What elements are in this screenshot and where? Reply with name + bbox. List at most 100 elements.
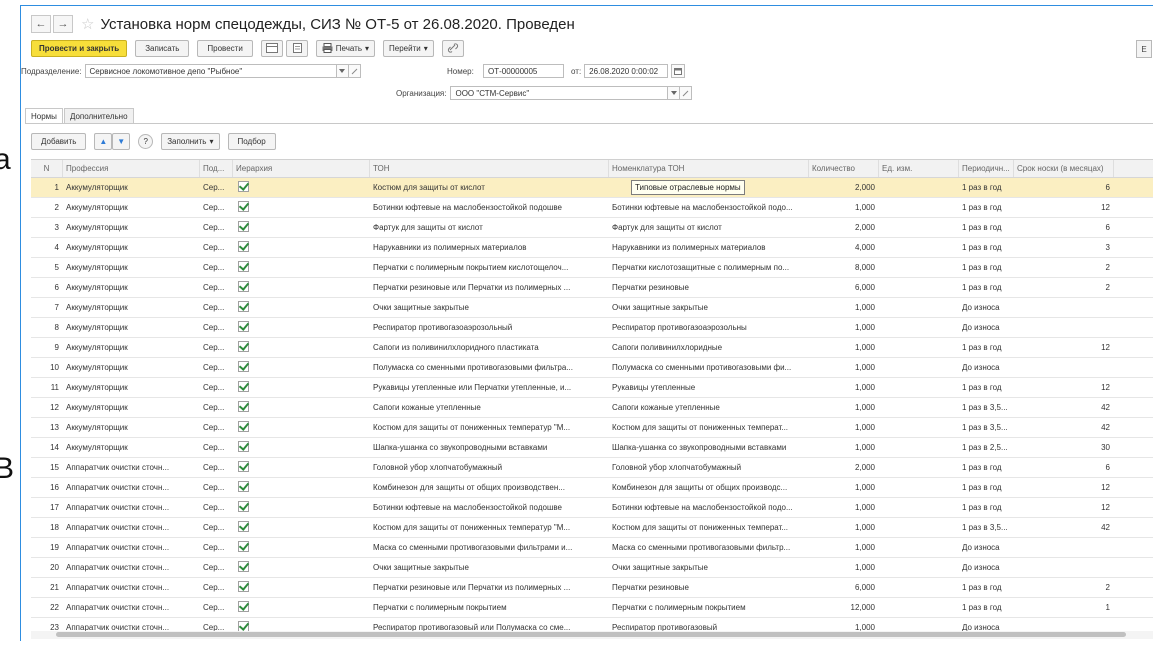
cell-quantity: 12,000 (850, 603, 875, 612)
division-field[interactable]: Сервисное локомотивное депо "Рыбное" (84, 64, 337, 78)
hierarchy-checkbox[interactable] (238, 441, 249, 452)
table-row[interactable]: 16 Аппаратчик очистки сточн... Сер... Комби… (31, 478, 1153, 498)
hierarchy-checkbox[interactable] (238, 301, 249, 312)
division-dropdown[interactable] (336, 64, 349, 78)
cell-ton: Рукавицы утепленные или Перчатки утеплен… (373, 383, 572, 392)
fill-button[interactable]: Заполнить ▾ (161, 133, 220, 150)
table-row[interactable]: 19 Аппаратчик очистки сточн... Сер... Маска… (31, 538, 1153, 558)
cell-wear-term: 2 (1105, 283, 1110, 292)
goto-button[interactable]: Перейти ▾ (383, 39, 434, 57)
header-col-subdivision[interactable]: Под... (200, 160, 233, 177)
table-row[interactable]: 20 Аппаратчик очистки сточн... Сер... Очки … (31, 558, 1153, 578)
scrollbar-thumb[interactable] (56, 632, 1126, 637)
hierarchy-checkbox[interactable] (238, 381, 249, 392)
print-button[interactable]: Печать ▾ (315, 39, 376, 57)
favorite-star-icon[interactable]: ☆ (81, 15, 94, 33)
hierarchy-checkbox[interactable] (238, 581, 249, 592)
move-up-icon[interactable]: ▲ (94, 133, 113, 150)
table-row[interactable]: 15 Аппаратчик очистки сточн... Сер... Голов… (31, 458, 1153, 478)
table-row[interactable]: 21 Аппаратчик очистки сточн... Сер... Перча… (31, 578, 1153, 598)
organization-dropdown[interactable] (668, 86, 681, 100)
hierarchy-checkbox[interactable] (238, 261, 249, 272)
cell-wear-term: 12 (1101, 343, 1110, 352)
header-col-hierarchy[interactable]: Иерархия (233, 160, 370, 177)
table-row[interactable]: 4 Аккумуляторщик Сер... Нарукавники из поли… (31, 238, 1153, 258)
hierarchy-checkbox[interactable] (238, 601, 249, 612)
cell-quantity: 1,000 (854, 423, 875, 432)
save-button[interactable]: Записать (135, 39, 190, 57)
table-row[interactable]: 3 Аккумуляторщик Сер... Фартук для защиты о… (31, 218, 1153, 238)
table-row[interactable]: 8 Аккумуляторщик Сер... Респиратор противог… (31, 318, 1153, 338)
cell-nomenclature: Респиратор противогазоаэрозольны (612, 323, 747, 332)
structure-button[interactable] (285, 39, 308, 57)
hierarchy-checkbox[interactable] (238, 361, 249, 372)
hierarchy-checkbox[interactable] (238, 521, 249, 532)
number-field[interactable]: ОТ-00000005 (483, 64, 564, 78)
cell-quantity: 1,000 (854, 303, 875, 312)
cell-ton: Сапоги из поливинилхлоридного пластиката (373, 343, 539, 352)
add-row-button[interactable]: Добавить (31, 133, 87, 150)
table-row[interactable]: 2 Аккумуляторщик Сер... Ботинки юфтевые на … (31, 198, 1153, 218)
header-col-ton[interactable]: ТОН (370, 160, 609, 177)
post-button[interactable]: Провести (197, 39, 253, 57)
hierarchy-checkbox[interactable] (238, 401, 249, 412)
header-col-n[interactable]: N (31, 160, 63, 177)
table-row[interactable]: 22 Аппаратчик очистки сточн... Сер... Перча… (31, 598, 1153, 618)
division-open-button[interactable] (348, 64, 361, 78)
hierarchy-checkbox[interactable] (238, 321, 249, 332)
cell-periodicity: 1 раз в год (962, 223, 1002, 232)
table-row[interactable]: 1 Аккумуляторщик Сер... Костюм для защиты о… (31, 178, 1153, 198)
header-col-unit[interactable]: Ед. изм. (879, 160, 959, 177)
hierarchy-checkbox[interactable] (238, 181, 249, 192)
tab-norms[interactable]: Нормы (25, 108, 63, 124)
back-icon[interactable]: ← (31, 15, 51, 33)
document-list-button[interactable] (260, 39, 283, 57)
cell-profession: Аппаратчик очистки сточн... (66, 583, 170, 592)
hierarchy-checkbox[interactable] (238, 501, 249, 512)
hierarchy-checkbox[interactable] (238, 541, 249, 552)
header-col-nomenclature[interactable]: Номенклатура ТОН (609, 160, 809, 177)
table-row[interactable]: 5 Аккумуляторщик Сер... Перчатки с полимерн… (31, 258, 1153, 278)
date-field[interactable]: 26.08.2020 0:00:02 (584, 64, 669, 78)
help-icon[interactable]: ? (138, 134, 154, 149)
horizontal-scrollbar[interactable] (31, 631, 1153, 639)
table-row[interactable]: 7 Аккумуляторщик Сер... Очки защитные закры… (31, 298, 1153, 318)
tab-additional[interactable]: Дополнительно (63, 108, 134, 124)
forward-icon[interactable]: → (53, 15, 73, 33)
table-row[interactable]: 13 Аккумуляторщик Сер... Костюм для защиты … (31, 418, 1153, 438)
cell-nomenclature: Перчатки кислотозащитные с полимерным по… (612, 263, 790, 272)
cell-subdivision: Сер... (203, 343, 225, 352)
table-row[interactable]: 10 Аккумуляторщик Сер... Полумаска со сменн… (31, 358, 1153, 378)
move-down-icon[interactable]: ▼ (112, 133, 131, 150)
table-row[interactable]: 14 Аккумуляторщик Сер... Шапка-ушанка со зв… (31, 438, 1153, 458)
table-row[interactable]: 12 Аккумуляторщик Сер... Сапоги кожаные уте… (31, 398, 1153, 418)
more-actions-button[interactable]: E (1136, 40, 1152, 58)
hierarchy-checkbox[interactable] (238, 561, 249, 572)
hierarchy-checkbox[interactable] (238, 421, 249, 432)
table-row[interactable]: 17 Аппаратчик очистки сточн... Сер... Ботин… (31, 498, 1153, 518)
header-col-periodicity[interactable]: Периодичн... (959, 160, 1014, 177)
table-row[interactable]: 18 Аппаратчик очистки сточн... Сер... Костю… (31, 518, 1153, 538)
attachment-button[interactable] (441, 39, 464, 57)
hierarchy-checkbox[interactable] (238, 481, 249, 492)
hierarchy-checkbox[interactable] (238, 241, 249, 252)
cell-wear-term: 2 (1105, 583, 1110, 592)
hierarchy-checkbox[interactable] (238, 201, 249, 212)
cell-nomenclature: Перчатки резиновые (612, 583, 689, 592)
post-and-close-button[interactable]: Провести и закрыть (31, 39, 128, 57)
hierarchy-checkbox[interactable] (238, 281, 249, 292)
hierarchy-checkbox[interactable] (238, 221, 249, 232)
header-col-quantity[interactable]: Количество (809, 160, 879, 177)
header-col-profession[interactable]: Профессия (63, 160, 200, 177)
header-col-wear-term[interactable]: Срок носки (в месяцах) (1014, 160, 1114, 177)
organization-field[interactable]: ООО "СТМ-Сервис" (450, 86, 669, 100)
hierarchy-checkbox[interactable] (238, 461, 249, 472)
organization-open-button[interactable] (680, 86, 693, 100)
date-picker-button[interactable] (671, 64, 686, 78)
table-row[interactable]: 11 Аккумуляторщик Сер... Рукавицы утепленны… (31, 378, 1153, 398)
table-row[interactable]: 9 Аккумуляторщик Сер... Сапоги из поливинил… (31, 338, 1153, 358)
hierarchy-checkbox[interactable] (238, 341, 249, 352)
table-row[interactable]: 6 Аккумуляторщик Сер... Перчатки резиновые … (31, 278, 1153, 298)
pick-button[interactable]: Подбор (227, 133, 276, 150)
cell-subdivision: Сер... (203, 603, 225, 612)
